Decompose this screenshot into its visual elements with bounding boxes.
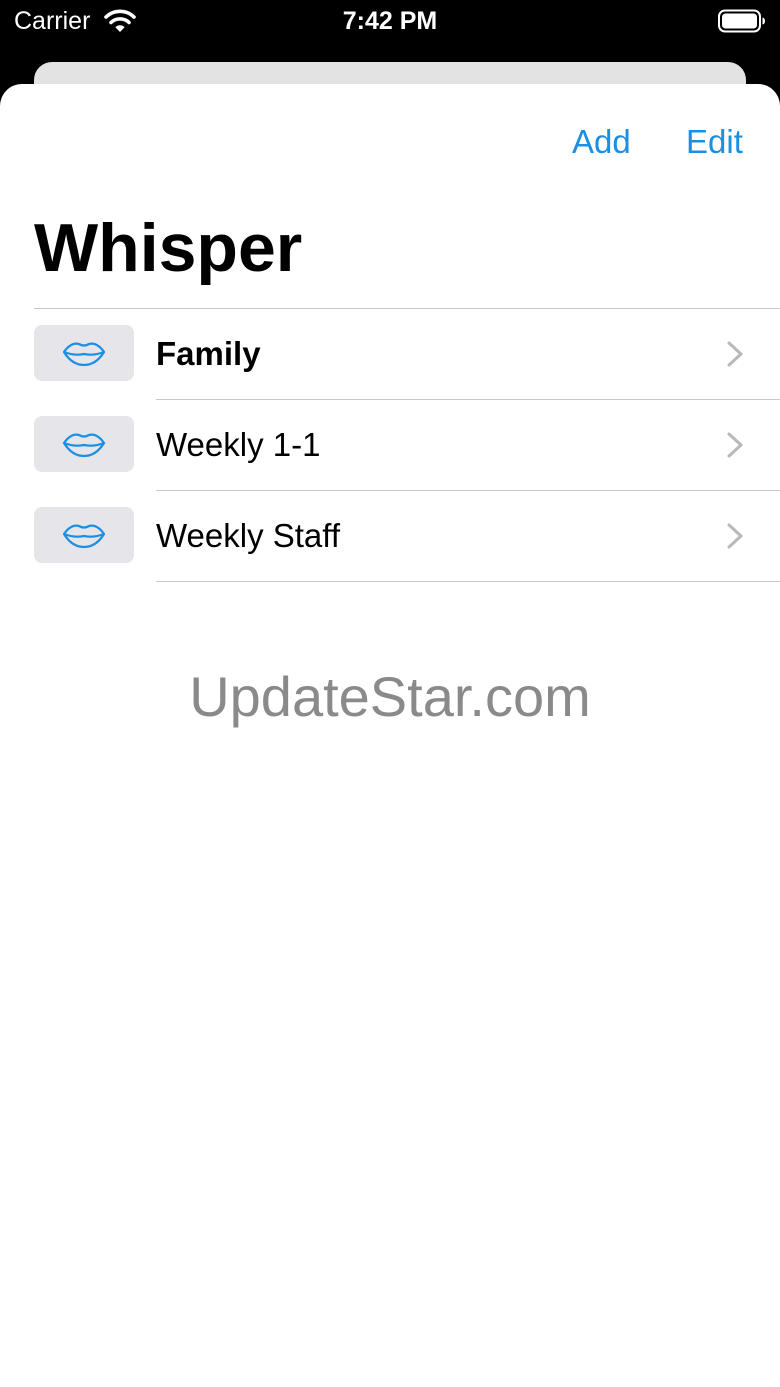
edit-button[interactable]: Edit (686, 122, 743, 162)
list-item-label: Weekly Staff (156, 517, 341, 554)
list-item-label: Family (156, 335, 261, 372)
status-bar: Carrier 7:42 PM (0, 0, 780, 44)
row-separator (156, 581, 780, 582)
chevron-right-icon (726, 340, 744, 368)
lips-icon (34, 416, 134, 472)
chevron-right-icon (726, 431, 744, 459)
watermark: UpdateStar.com (189, 665, 591, 728)
list-item-label: Weekly 1-1 (156, 426, 321, 463)
lips-icon (34, 507, 134, 563)
whisper-list: Family Weekly 1-1 Weekly Staff (0, 309, 780, 582)
lips-icon (34, 325, 134, 381)
modal-sheet: Add Edit Whisper Family Weekly 1-1 Weekl… (0, 84, 780, 1387)
list-item-family[interactable]: Family (0, 309, 780, 400)
list-item-weekly-1-1[interactable]: Weekly 1-1 (0, 400, 780, 491)
battery-icon (718, 9, 766, 33)
add-button[interactable]: Add (572, 122, 631, 162)
page-title: Whisper (34, 210, 303, 286)
list-item-weekly-staff[interactable]: Weekly Staff (0, 491, 780, 582)
chevron-right-icon (726, 522, 744, 550)
status-time: 7:42 PM (342, 7, 438, 35)
